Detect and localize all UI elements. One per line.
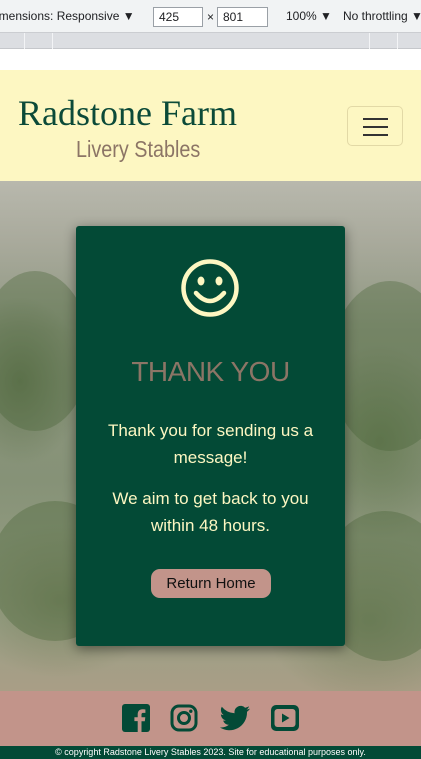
ruler-segment — [24, 33, 25, 49]
youtube-icon[interactable] — [271, 704, 299, 732]
brand-title[interactable]: Radstone Farm — [18, 92, 237, 134]
site-footer — [0, 691, 421, 746]
site-header: Radstone Farm Livery Stables — [0, 70, 421, 181]
instagram-icon[interactable] — [170, 704, 198, 732]
twitter-icon[interactable] — [219, 704, 251, 732]
times-symbol: × — [207, 10, 215, 24]
throttling-dropdown[interactable]: No throttling ▼ — [343, 9, 421, 23]
hamburger-menu-button[interactable] — [347, 106, 403, 146]
smiley-face-icon — [181, 259, 239, 317]
devtools-toolbar: imensions: Responsive ▼ 425 × 801 100% ▼… — [0, 0, 421, 33]
height-input[interactable]: 801 — [217, 7, 268, 27]
zoom-dropdown[interactable]: 100% ▼ — [286, 9, 332, 23]
thank-you-card: THANK YOU Thank you for sending us a mes… — [76, 226, 345, 646]
dimensions-dropdown[interactable]: imensions: Responsive ▼ — [0, 9, 135, 23]
media-query-ruler[interactable] — [0, 33, 421, 49]
page-top-spacer — [0, 49, 421, 70]
menu-icon-bar — [363, 118, 388, 120]
thank-you-message: Thank you for sending us a message! — [107, 421, 314, 467]
return-home-button[interactable]: Return Home — [151, 569, 271, 598]
ruler-segment — [52, 33, 53, 49]
copyright-text: © copyright Radstone Livery Stables 2023… — [0, 746, 421, 759]
response-time-message: We aim to get back to you within 48 hour… — [112, 489, 309, 535]
brand-subtitle: Livery Stables — [76, 136, 201, 162]
menu-icon-bar — [363, 134, 388, 136]
menu-icon-bar — [363, 126, 388, 128]
ruler-segment — [369, 33, 370, 49]
width-input[interactable]: 425 — [153, 7, 203, 27]
thank-you-heading: THANK YOU — [131, 356, 290, 387]
ruler-segment — [397, 33, 398, 49]
facebook-icon[interactable] — [122, 704, 150, 732]
